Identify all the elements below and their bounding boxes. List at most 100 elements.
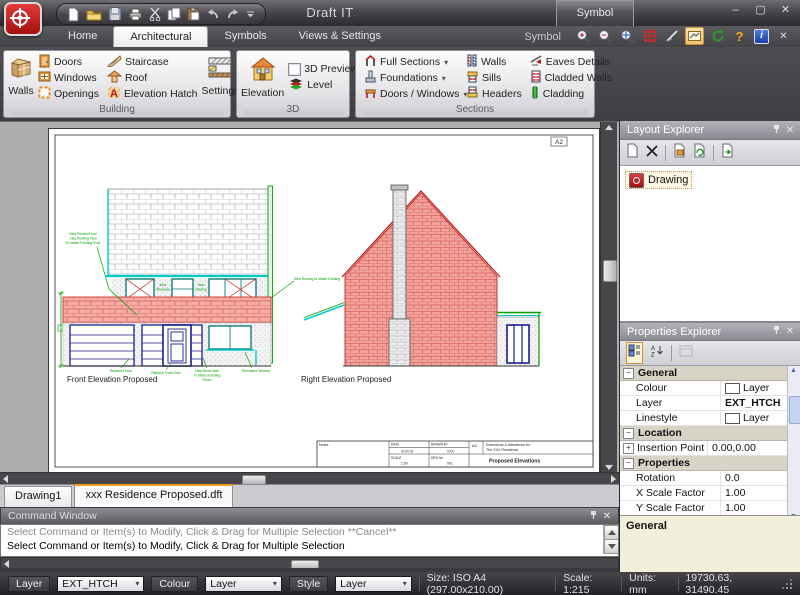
command-history[interactable]: Select Command or Item(s) to Modify, Cli… (0, 524, 619, 557)
svg-text:Windows: Windows (156, 288, 170, 292)
tab-symbols[interactable]: Symbols (208, 26, 282, 47)
full-sections-button[interactable]: Full Sections (362, 54, 460, 70)
eaves-details-button[interactable]: Eaves Details (528, 54, 606, 70)
close-button[interactable] (777, 4, 794, 18)
sketch-mode-icon[interactable] (685, 27, 704, 45)
ribbon-group-sections: Full Sections Foundations Doors / Window… (355, 50, 595, 118)
delete-layout-icon[interactable] (646, 144, 658, 162)
svg-text:New Block Wall: New Block Wall (195, 369, 219, 373)
drawing-sheet[interactable]: A2 New (48, 128, 600, 474)
scroll-thumb[interactable] (789, 396, 800, 424)
vertical-scroll-thumb[interactable] (603, 260, 617, 282)
headers-button[interactable]: Headers (464, 86, 524, 102)
level-button[interactable]: Level (286, 77, 360, 93)
wall-brick-icon (8, 56, 34, 83)
refresh-layout-icon[interactable] (693, 143, 706, 163)
scroll-left-icon[interactable] (3, 475, 8, 483)
zoom-in-icon[interactable] (575, 28, 592, 44)
refresh-icon[interactable] (709, 28, 726, 44)
property-grid-scrollbar[interactable]: ▲ ▼ (787, 366, 800, 515)
colour-dropdown[interactable]: Layer (205, 576, 282, 592)
roof-button[interactable]: Roof (105, 70, 200, 86)
elevation-hatch-button[interactable]: A Elevation Hatch (105, 86, 200, 102)
minimize-button[interactable] (727, 4, 744, 18)
maximize-button[interactable] (752, 4, 769, 18)
svg-text:New Pitched Roof: New Pitched Roof (69, 232, 96, 236)
panel-close-icon[interactable]: ✕ (600, 511, 614, 522)
pin-icon[interactable] (769, 325, 783, 338)
cladded-wall-icon (530, 70, 542, 86)
property-row-linestyle: LinestyleLayer (620, 411, 800, 426)
expand-icon[interactable]: + (623, 443, 634, 454)
walls-sections-button[interactable]: Walls (464, 54, 524, 70)
app-logo-icon[interactable] (4, 2, 42, 36)
tab-architectural[interactable]: Architectural (113, 26, 208, 48)
grid-icon[interactable] (641, 28, 658, 44)
foundations-button[interactable]: Foundations (362, 70, 460, 86)
doors-windows-sections-button[interactable]: Doors / Windows (362, 86, 460, 102)
layout-item-drawing[interactable]: Drawing (625, 171, 692, 189)
panel-close-icon[interactable]: ✕ (783, 326, 797, 337)
pin-icon[interactable] (769, 124, 783, 137)
sheet-size-status: Size: ISO A4 (297.00x210.00) (427, 572, 549, 595)
staircase-button[interactable]: Staircase (105, 54, 200, 70)
resize-grip[interactable] (783, 579, 792, 589)
scroll-down-icon[interactable]: ▼ (790, 513, 797, 515)
svg-text:To Match Existing: To Match Existing (194, 374, 221, 378)
collapse-icon[interactable]: − (623, 428, 634, 439)
cladded-walls-button[interactable]: Cladded Walls (528, 70, 606, 86)
zoom-extents-icon[interactable] (619, 28, 636, 44)
preview-3d-checkbox[interactable]: 3D Preview (286, 61, 360, 77)
layer-dropdown[interactable]: EXT_HTCH (57, 576, 144, 592)
command-line-current: Select Command or Item(s) to Modify, Cli… (1, 539, 618, 553)
ribbon-close-icon[interactable]: ✕ (775, 28, 792, 44)
tab-views-settings[interactable]: Views & Settings (283, 26, 397, 47)
checkbox-icon (288, 63, 301, 76)
linestyle-swatch (725, 413, 740, 424)
sills-button[interactable]: Sills (464, 70, 524, 86)
cladding-icon (530, 86, 540, 102)
doc-tab-residence[interactable]: xxx Residence Proposed.dft (74, 484, 233, 507)
doors-button[interactable]: Doors (36, 54, 101, 70)
settings-button[interactable]: Settings (202, 54, 240, 96)
new-layout-icon[interactable] (626, 143, 639, 163)
colour-swatch (725, 383, 740, 394)
ribbon: Walls Doors Windows Openings (0, 47, 800, 123)
elevation-button[interactable]: Elevation (241, 54, 284, 98)
svg-text:A2: A2 (472, 443, 478, 448)
category-properties: −Properties (620, 456, 800, 471)
style-dropdown[interactable]: Layer (335, 576, 412, 592)
windows-button[interactable]: Windows (36, 70, 101, 86)
roof-icon (107, 70, 122, 86)
canvas-vertical-scrollbar[interactable] (600, 122, 617, 473)
window-tab-symbol[interactable]: Symbol (556, 0, 634, 27)
header-icon (466, 86, 479, 102)
collapse-icon[interactable]: − (623, 368, 634, 379)
scroll-down-icon[interactable] (605, 465, 613, 470)
tab-home[interactable]: Home (52, 26, 113, 47)
insert-layout-icon[interactable] (721, 143, 734, 163)
sort-az-icon[interactable]: AZ (650, 344, 664, 362)
collapse-icon[interactable]: − (623, 458, 634, 469)
categorized-view-icon[interactable] (626, 342, 643, 364)
zoom-out-icon[interactable] (597, 28, 614, 44)
info-icon[interactable]: i (753, 28, 770, 44)
drawing-canvas[interactable]: A2 New (0, 121, 619, 485)
svg-text:00.00.00: 00.00.00 (401, 450, 414, 454)
svg-text:Finish: Finish (202, 378, 211, 382)
scroll-up-icon[interactable] (605, 125, 613, 130)
ortho-line-icon[interactable] (663, 28, 680, 44)
pin-icon[interactable] (586, 510, 600, 523)
doc-tab-drawing1[interactable]: Drawing1 (4, 486, 72, 507)
openings-button[interactable]: Openings (36, 86, 101, 102)
walls-button[interactable]: Walls (8, 54, 34, 96)
cladding-button[interactable]: Cladding (528, 86, 606, 102)
panel-close-icon[interactable]: ✕ (783, 125, 797, 136)
export-layout-icon[interactable] (673, 143, 686, 163)
scroll-right-icon[interactable] (611, 475, 616, 483)
selected-property-name: General (626, 520, 667, 532)
scroll-up-icon[interactable]: ▲ (790, 367, 797, 374)
group-label-building: Building (10, 104, 224, 115)
help-icon[interactable]: ? (731, 28, 748, 44)
command-vertical-scrollbar[interactable] (603, 525, 618, 554)
